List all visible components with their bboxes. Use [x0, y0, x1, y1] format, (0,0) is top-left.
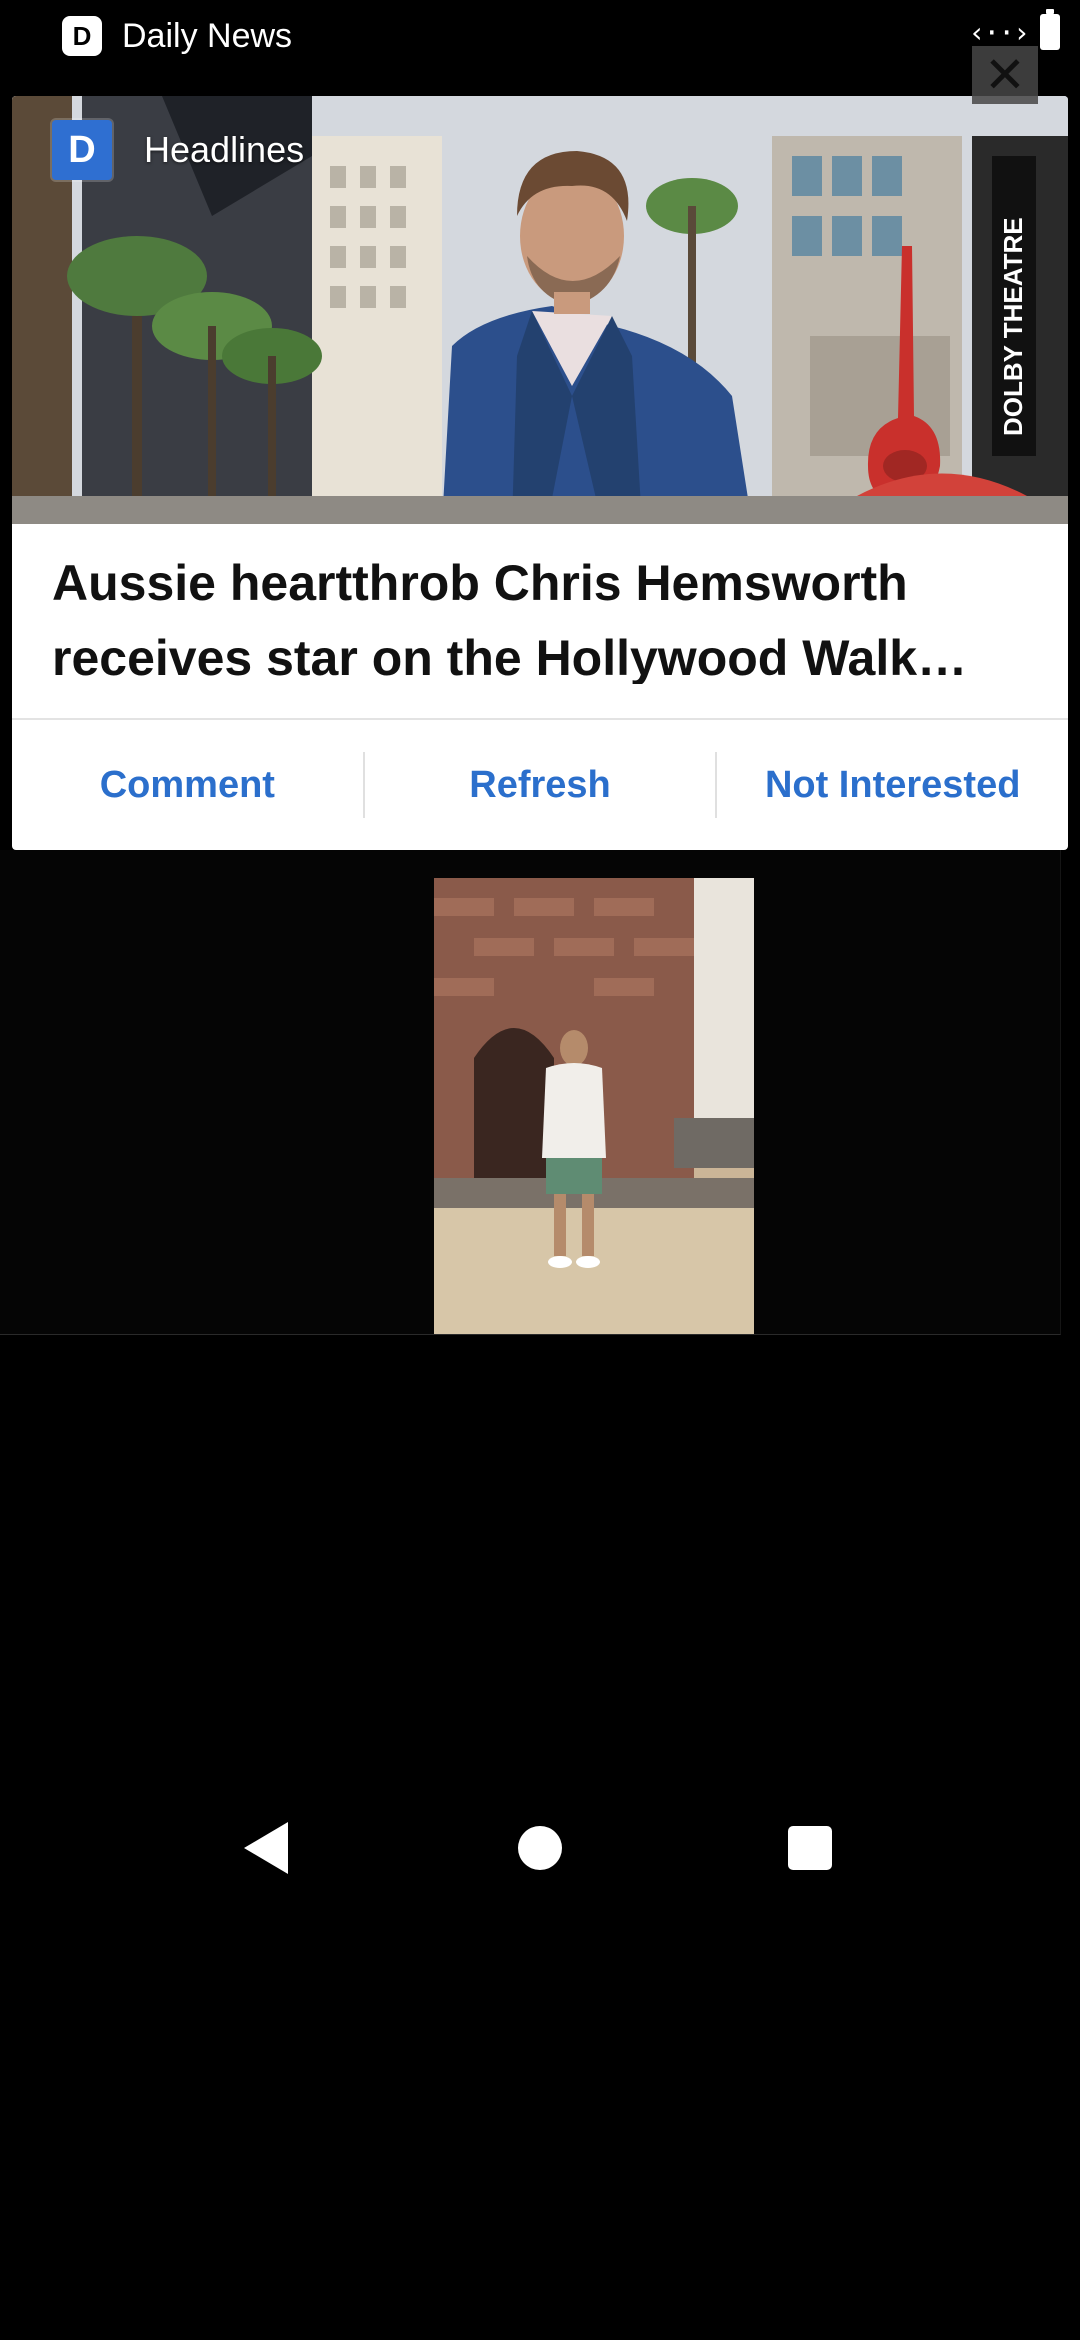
hero-sign-text: DOLBY THEATRE [998, 217, 1028, 436]
refresh-button[interactable]: Refresh [365, 764, 716, 807]
close-icon: ✕ [984, 46, 1026, 104]
video-thumbnail[interactable] [434, 878, 754, 1334]
brand-logo: D [52, 120, 112, 180]
headline[interactable]: Aussie heartthrob Chris Hemsworth receiv… [12, 524, 1068, 684]
not-interested-button[interactable]: Not Interested [717, 764, 1068, 807]
navigation-bar [0, 1800, 1080, 1900]
back-icon[interactable] [244, 1822, 288, 1874]
card-actions: Comment Refresh Not Interested [12, 720, 1068, 850]
brand-logo-letter: D [68, 129, 96, 171]
news-card[interactable]: DOLBY THEATRE D Headlines Aussie heartth… [12, 96, 1068, 850]
data-transfer-icon: ‹··› [968, 15, 1030, 49]
hero-header: D Headlines [52, 120, 304, 180]
video-panel[interactable] [0, 850, 1061, 1335]
recents-icon[interactable] [788, 1826, 832, 1870]
status-app-name: Daily News [122, 17, 293, 55]
app-icon-letter: D [72, 21, 92, 51]
battery-icon [1040, 9, 1060, 50]
status-bar: D Daily News ‹··› [0, 0, 1080, 72]
video-illustration [434, 878, 754, 1334]
section-label: Headlines [144, 129, 305, 170]
status-icons: ‹··› [968, 9, 1060, 50]
app-icon: D [62, 16, 102, 56]
close-button[interactable]: ✕ [972, 46, 1038, 104]
home-icon[interactable] [518, 1826, 562, 1870]
comment-button[interactable]: Comment [12, 764, 363, 807]
screen: D Daily News ‹··› ✕ DOLBY THEATRE D Head… [0, 0, 1080, 2340]
hero-image[interactable]: DOLBY THEATRE D Headlines [12, 96, 1068, 524]
